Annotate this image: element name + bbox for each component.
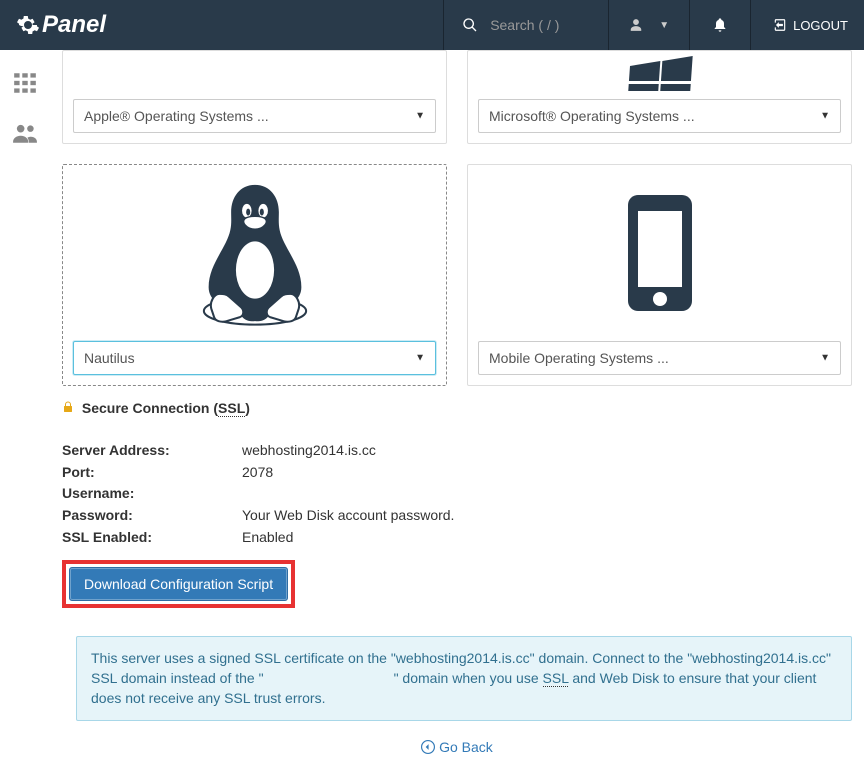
logout-icon — [773, 18, 787, 32]
search-icon — [462, 17, 478, 33]
secure-connection-line: Secure Connection (SSL) — [62, 400, 852, 416]
tux-icon — [185, 178, 325, 328]
nautilus-select-label: Nautilus — [84, 350, 135, 366]
notifications[interactable] — [690, 0, 751, 50]
kv-ssl-enabled: SSL Enabled: Enabled — [62, 527, 852, 549]
go-back-link[interactable]: Go Back — [62, 739, 852, 755]
kv-username: Username: — [62, 483, 852, 505]
user-icon — [629, 18, 643, 32]
caret-down-icon: ▼ — [820, 353, 830, 364]
apple-select[interactable]: Apple® Operating Systems ... ▼ — [73, 99, 436, 133]
logout-label: LOGOUT — [793, 18, 848, 33]
main-content: Apple® Operating Systems ... ▼ Microsoft… — [50, 50, 864, 767]
mobile-card: Mobile Operating Systems ... ▼ — [467, 164, 852, 386]
logo-gear-icon — [16, 13, 40, 37]
arrow-left-circle-icon — [421, 739, 439, 755]
kv-server-address: Server Address: webhosting2014.is.cc — [62, 440, 852, 462]
apple-select-label: Apple® Operating Systems ... — [84, 108, 269, 124]
lock-icon — [62, 400, 78, 416]
windows-logo-icon — [620, 51, 700, 91]
logo-text: Panel — [42, 11, 106, 39]
download-highlight: Download Configuration Script — [62, 560, 295, 608]
sidebar — [0, 50, 50, 158]
linux-card: Nautilus ▼ — [62, 164, 447, 386]
kv-password: Password: Your Web Disk account password… — [62, 505, 852, 527]
microsoft-select-label: Microsoft® Operating Systems ... — [489, 108, 695, 124]
microsoft-select[interactable]: Microsoft® Operating Systems ... ▼ — [478, 99, 841, 133]
sidebar-users-icon[interactable] — [0, 108, 50, 158]
connection-details: Server Address: webhosting2014.is.cc Por… — [62, 440, 852, 548]
logo[interactable]: Panel — [0, 11, 120, 39]
microsoft-card: Microsoft® Operating Systems ... ▼ — [467, 50, 852, 144]
kv-port: Port: 2078 — [62, 462, 852, 484]
search-box[interactable] — [443, 0, 609, 50]
search-input[interactable] — [490, 17, 590, 33]
caret-down-icon: ▼ — [820, 111, 830, 122]
mobile-select-label: Mobile Operating Systems ... — [489, 350, 669, 366]
caret-down-icon: ▼ — [415, 353, 425, 364]
caret-down-icon: ▼ — [659, 20, 669, 31]
nautilus-select[interactable]: Nautilus ▼ — [73, 341, 436, 375]
apple-card: Apple® Operating Systems ... ▼ — [62, 50, 447, 144]
mobile-select[interactable]: Mobile Operating Systems ... ▼ — [478, 341, 841, 375]
download-config-button[interactable]: Download Configuration Script — [69, 567, 288, 601]
logout-button[interactable]: LOGOUT — [751, 0, 864, 50]
ssl-abbr: SSL — [218, 400, 245, 417]
bell-icon — [712, 17, 728, 33]
caret-down-icon: ▼ — [415, 111, 425, 122]
sidebar-apps-icon[interactable] — [0, 58, 50, 108]
mobile-icon — [624, 193, 696, 313]
ssl-info-box: This server uses a signed SSL certificat… — [76, 636, 852, 721]
topbar: Panel ▼ LOGOUT — [0, 0, 864, 50]
user-menu[interactable]: ▼ — [609, 0, 690, 50]
